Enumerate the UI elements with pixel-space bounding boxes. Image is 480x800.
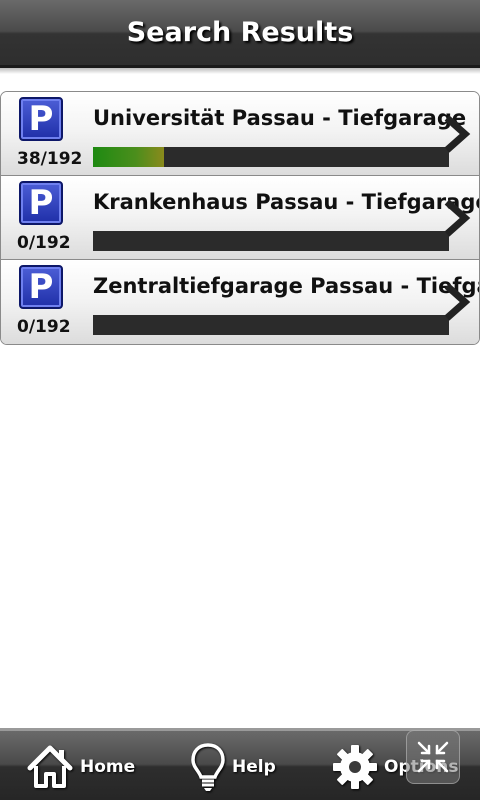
- collapse-icon: [417, 741, 449, 773]
- exit-fullscreen-button[interactable]: [406, 730, 460, 784]
- page-title: Search Results: [126, 17, 354, 48]
- chevron-right-icon: [444, 115, 471, 153]
- garage-name: Krankenhaus Passau - Tiefgarage: [93, 190, 480, 214]
- tab-home-label: Home: [80, 757, 136, 777]
- occupancy-bar-fill: [93, 147, 165, 167]
- garage-name: Universität Passau - Tiefgarage: [93, 106, 467, 130]
- parking-icon: P: [19, 97, 63, 141]
- list-item[interactable]: P 0/192 Zentraltiefgarage Passau - Tiefg…: [1, 260, 479, 344]
- occupancy-count: 0/192: [17, 233, 71, 253]
- occupancy-bar: [93, 315, 449, 335]
- list-item[interactable]: P 38/192 Universität Passau - Tiefgarage: [1, 92, 479, 176]
- lightbulb-icon: [191, 743, 225, 791]
- tab-home[interactable]: Home: [26, 731, 135, 800]
- home-icon: [27, 745, 73, 788]
- chevron-right-icon: [444, 199, 471, 237]
- title-bar-shadow: [0, 68, 480, 74]
- garage-name: Zentraltiefgarage Passau - Tiefgarage: [93, 274, 479, 298]
- tab-help-label: Help: [232, 757, 276, 777]
- tab-help[interactable]: Help: [190, 731, 276, 800]
- list-item[interactable]: P 0/192 Krankenhaus Passau - Tiefgarage: [1, 176, 479, 260]
- parking-icon: P: [19, 265, 63, 309]
- parking-icon: P: [19, 181, 63, 225]
- results-list: P 38/192 Universität Passau - Tiefgarage…: [0, 91, 480, 345]
- chevron-right-icon: [444, 283, 471, 321]
- occupancy-bar: [93, 147, 449, 167]
- title-bar: Search Results: [0, 0, 480, 68]
- gear-icon: [333, 745, 377, 789]
- occupancy-count: 38/192: [17, 149, 83, 169]
- occupancy-bar: [93, 231, 449, 251]
- occupancy-count: 0/192: [17, 317, 71, 337]
